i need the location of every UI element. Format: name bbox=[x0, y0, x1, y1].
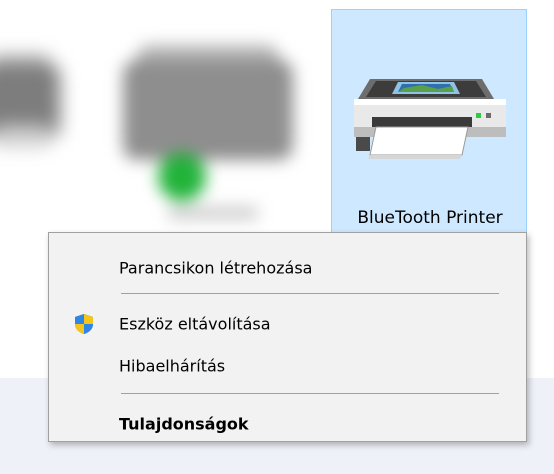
uac-shield-icon bbox=[73, 313, 95, 335]
printer-icon bbox=[342, 55, 518, 169]
context-menu: Parancsikon létrehozása Eszköz eltávolít… bbox=[48, 232, 527, 442]
devices-and-printers-view: BlueTooth Printer Parancsikon létrehozás… bbox=[0, 0, 554, 474]
menu-item-properties[interactable]: Tulajdonságok bbox=[51, 405, 524, 443]
device-tile-bluetooth-printer[interactable]: BlueTooth Printer bbox=[331, 9, 527, 244]
menu-item-troubleshoot[interactable]: Hibaelhárítás bbox=[51, 347, 524, 385]
blurred-printer-icon[interactable] bbox=[108, 35, 308, 235]
menu-item-create-shortcut[interactable]: Parancsikon létrehozása bbox=[51, 249, 524, 287]
menu-separator bbox=[121, 393, 499, 394]
menu-separator bbox=[121, 293, 499, 294]
menu-item-label: Eszköz eltávolítása bbox=[119, 314, 271, 334]
default-device-check-icon bbox=[158, 153, 206, 201]
menu-item-label: Hibaelhárítás bbox=[119, 356, 226, 376]
menu-item-label: Parancsikon létrehozása bbox=[119, 258, 313, 278]
menu-item-label: Tulajdonságok bbox=[119, 414, 249, 434]
blurred-device-icon[interactable] bbox=[0, 55, 75, 150]
device-name-label: BlueTooth Printer bbox=[357, 208, 503, 228]
menu-item-remove-device[interactable]: Eszköz eltávolítása bbox=[51, 305, 524, 343]
